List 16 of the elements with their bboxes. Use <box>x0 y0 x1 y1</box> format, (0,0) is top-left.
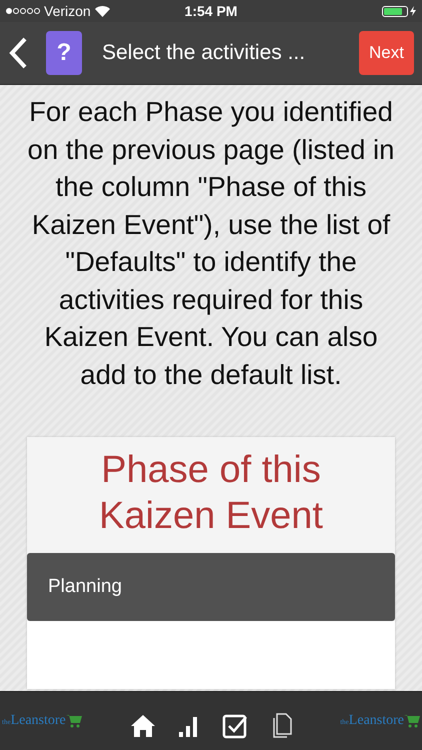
cart-icon <box>404 714 420 728</box>
back-icon[interactable] <box>8 36 28 70</box>
card-title: Phase of this Kaizen Event <box>98 448 324 539</box>
help-button[interactable]: ? <box>46 31 82 75</box>
battery-icon <box>382 6 416 16</box>
page-title: Select the activities ... <box>101 41 306 65</box>
wifi-icon <box>94 6 110 16</box>
phase-item[interactable]: Planning <box>27 553 395 621</box>
checkbox-icon[interactable] <box>222 713 248 739</box>
cart-icon <box>66 714 82 728</box>
signal-icon <box>6 8 40 14</box>
clock-time: 1:54 PM <box>184 3 238 19</box>
instructions-text: For each Phase you identified on the previous page (listed in the column "Phase of this Kaizen Event"), use the list of "Defaults" to identify the activities required for this Kaizen Event. You can also add to the default list. <box>26 95 396 392</box>
home-icon[interactable] <box>130 713 156 739</box>
next-button[interactable]: Next <box>359 31 414 75</box>
carrier-name: Verizon <box>44 3 91 19</box>
